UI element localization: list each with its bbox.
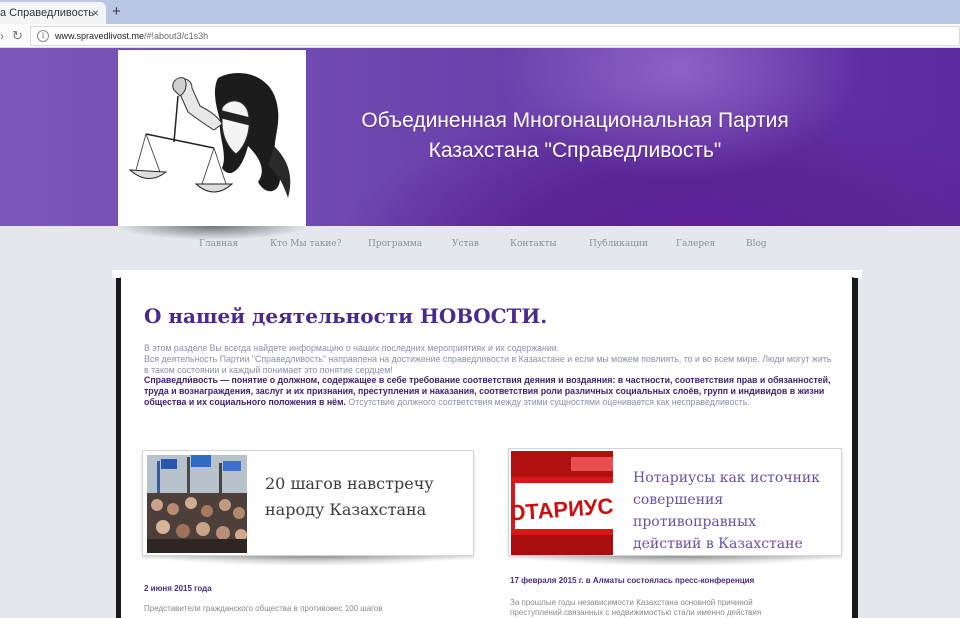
nav-item-about[interactable]: Кто Мы такие? [270,239,342,249]
protest-crowd-image [147,455,247,553]
nav-item-contacts[interactable]: Контакты [510,239,557,249]
site-title-line2: Казахстана "Справедливость" [428,139,722,162]
page-title: О нашей деятельности НОВОСТИ. [144,304,548,328]
site-title-line1: Объединенная Многонациональная Партия [361,109,789,132]
justice-definition-tail: Отсутствие должного соответствия между э… [345,396,750,407]
news-text-1: Представители гражданского общества в пр… [144,604,383,613]
close-icon[interactable]: × [92,6,99,20]
nav-item-blog[interactable]: Blog [746,239,767,249]
main-nav: Главная Кто Мы такие? Программа Устав Ко… [190,239,790,255]
news-title-2-line2: совершения противоправных [633,492,756,530]
notary-sign-image: ОТАРИУС [511,451,613,555]
news-text-2-line2: преступлений связанных с недвижимостью с… [510,608,762,617]
news-title-1-line2: народу Казахстана [265,500,427,519]
nav-item-charter[interactable]: Устав [452,239,479,249]
news-date-2: 17 февраля 2015 г. в Алматы состоялась п… [510,576,755,585]
news-date-1: 2 июня 2015 года [144,584,212,593]
browser-tab-bar: а Справедливость × + [0,0,960,24]
news-card-2[interactable]: ОТАРИУС Нотариусы как источник совершени… [508,448,842,556]
lady-justice-logo-icon [128,73,291,198]
info-icon[interactable]: i [37,30,49,42]
browser-tab[interactable]: а Справедливость × [0,2,106,24]
news-title-1-line1: 20 шагов навстречу [265,474,434,493]
intro-line1: В этом разделе Вы всегда найдете информа… [144,343,560,353]
new-tab-icon[interactable]: + [112,3,121,20]
news-text-2: За прошлые годы независимости Казахстана… [510,598,830,618]
news-title-1[interactable]: 20 шагов навстречу народу Казахстана [265,471,434,523]
news-shadow [150,556,470,566]
nav-item-publications[interactable]: Публикации [589,239,648,249]
url-host: www.spravedlivost.me [55,31,145,41]
address-bar: › ↻ i www.spravedlivost.me/#!about3/c1s3… [0,24,960,48]
back-arrow-icon[interactable]: › [0,29,4,43]
url-path: /#!about3/c1s3h [144,31,209,41]
logo-shadow [114,226,310,240]
nav-item-program[interactable]: Программа [368,239,422,249]
news-text-2-line1: За прошлые годы независимости Казахстана… [510,598,753,607]
intro-text: В этом разделе Вы всегда найдете информа… [144,343,834,408]
url-text: www.spravedlivost.me/#!about3/c1s3h [55,31,208,41]
news-title-2-line3: действий в Казахстане [633,536,803,552]
nav-item-home[interactable]: Главная [199,239,238,249]
tab-title: а Справедливость [0,7,94,19]
news-card-1[interactable]: 20 шагов навстречу народу Казахстана [142,450,474,556]
url-field[interactable]: i www.spravedlivost.me/#!about3/c1s3h [30,26,960,46]
nav-item-gallery[interactable]: Галерея [676,239,715,249]
site-title: Объединенная Многонациональная Партия Ка… [310,106,840,166]
intro-line2: Вся деятельность Партии "Справедливость"… [144,353,832,375]
news-shadow [516,556,838,566]
news-title-2[interactable]: Нотариусы как источник совершения против… [633,467,841,555]
card-border-left [116,272,121,618]
card-border-right [852,272,858,618]
reload-icon[interactable]: ↻ [12,28,23,44]
news-title-2-line1: Нотариусы как источник [633,470,821,486]
site-logo[interactable] [118,50,306,226]
